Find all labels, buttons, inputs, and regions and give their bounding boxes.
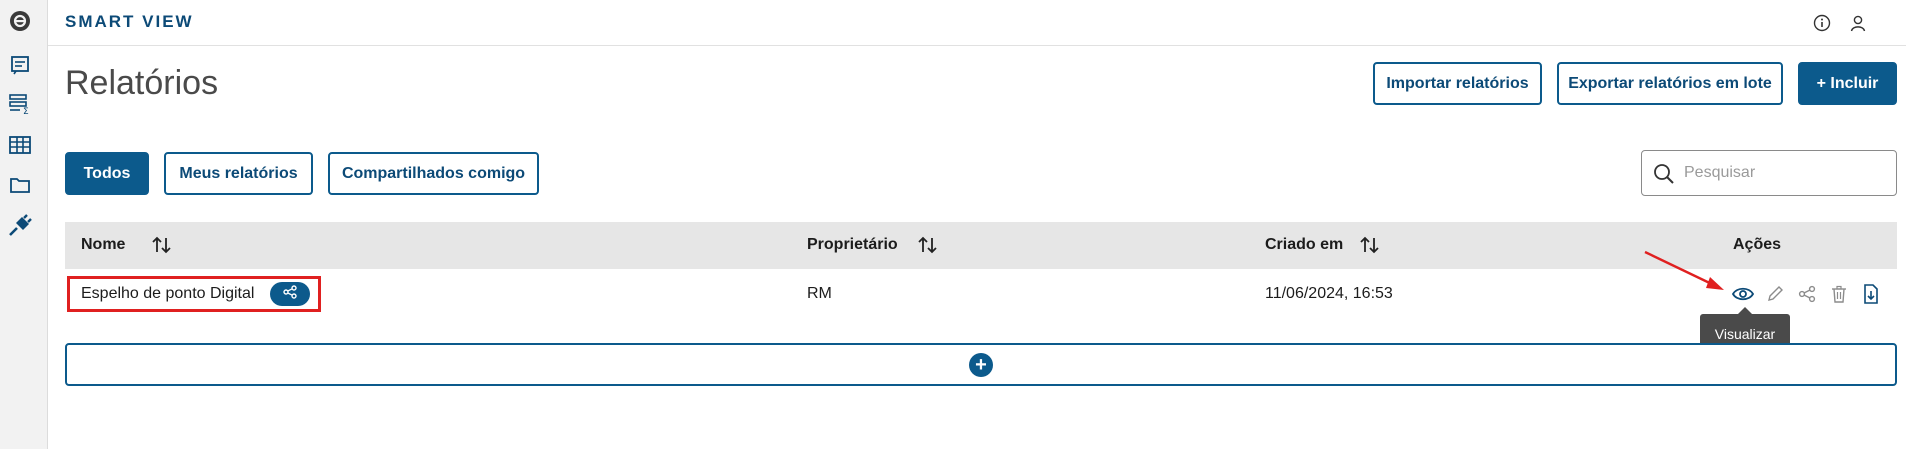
- folder-icon[interactable]: [7, 172, 33, 198]
- logo-icon[interactable]: [7, 8, 33, 34]
- export-reports-button[interactable]: Exportar relatórios em lote: [1557, 62, 1783, 105]
- shared-badge: [270, 282, 310, 306]
- add-row[interactable]: +: [65, 343, 1897, 386]
- eye-icon[interactable]: [1730, 281, 1756, 307]
- report-icon[interactable]: [7, 52, 33, 78]
- sort-icon[interactable]: [1359, 234, 1381, 256]
- table-header: Nome Proprietário Criado em Ações: [65, 222, 1897, 269]
- plug-icon[interactable]: [7, 213, 33, 239]
- column-owner[interactable]: Proprietário: [807, 236, 898, 254]
- share-icon[interactable]: [1794, 281, 1820, 307]
- column-actions: Ações: [1733, 236, 1782, 253]
- include-button[interactable]: + Incluir: [1798, 62, 1897, 105]
- share-icon: [283, 284, 297, 304]
- sidebar: Σ: [0, 0, 48, 449]
- filter-my-reports-button[interactable]: Meus relatórios: [164, 152, 313, 195]
- column-created[interactable]: Criado em: [1265, 236, 1343, 254]
- user-icon[interactable]: [1846, 11, 1870, 35]
- search-input[interactable]: [1684, 161, 1884, 185]
- report-owner: RM: [807, 285, 832, 302]
- dataset-icon[interactable]: Σ: [7, 91, 33, 117]
- sort-icon[interactable]: [917, 234, 939, 256]
- page-title: Relatórios: [65, 64, 219, 102]
- edit-icon[interactable]: [1762, 281, 1788, 307]
- top-bar: SMART VIEW: [48, 0, 1906, 46]
- filter-all-button[interactable]: Todos: [65, 152, 149, 195]
- svg-text:Σ: Σ: [23, 107, 29, 115]
- filter-shared-button[interactable]: Compartilhados comigo: [328, 152, 539, 195]
- table-row[interactable]: Espelho de ponto Digital RM 11/06/2024, …: [65, 269, 1897, 319]
- import-reports-button[interactable]: Importar relatórios: [1373, 62, 1542, 105]
- download-icon[interactable]: [1858, 281, 1884, 307]
- column-name[interactable]: Nome: [81, 236, 125, 254]
- info-icon[interactable]: [1810, 11, 1834, 35]
- plus-icon[interactable]: +: [969, 353, 993, 377]
- table-icon[interactable]: [7, 132, 33, 158]
- app-title: SMART VIEW: [65, 12, 194, 31]
- trash-icon[interactable]: [1826, 281, 1852, 307]
- report-created: 11/06/2024, 16:53: [1265, 285, 1393, 302]
- search-icon: [1652, 162, 1676, 191]
- search-box: [1641, 150, 1897, 196]
- sort-icon[interactable]: [151, 234, 173, 256]
